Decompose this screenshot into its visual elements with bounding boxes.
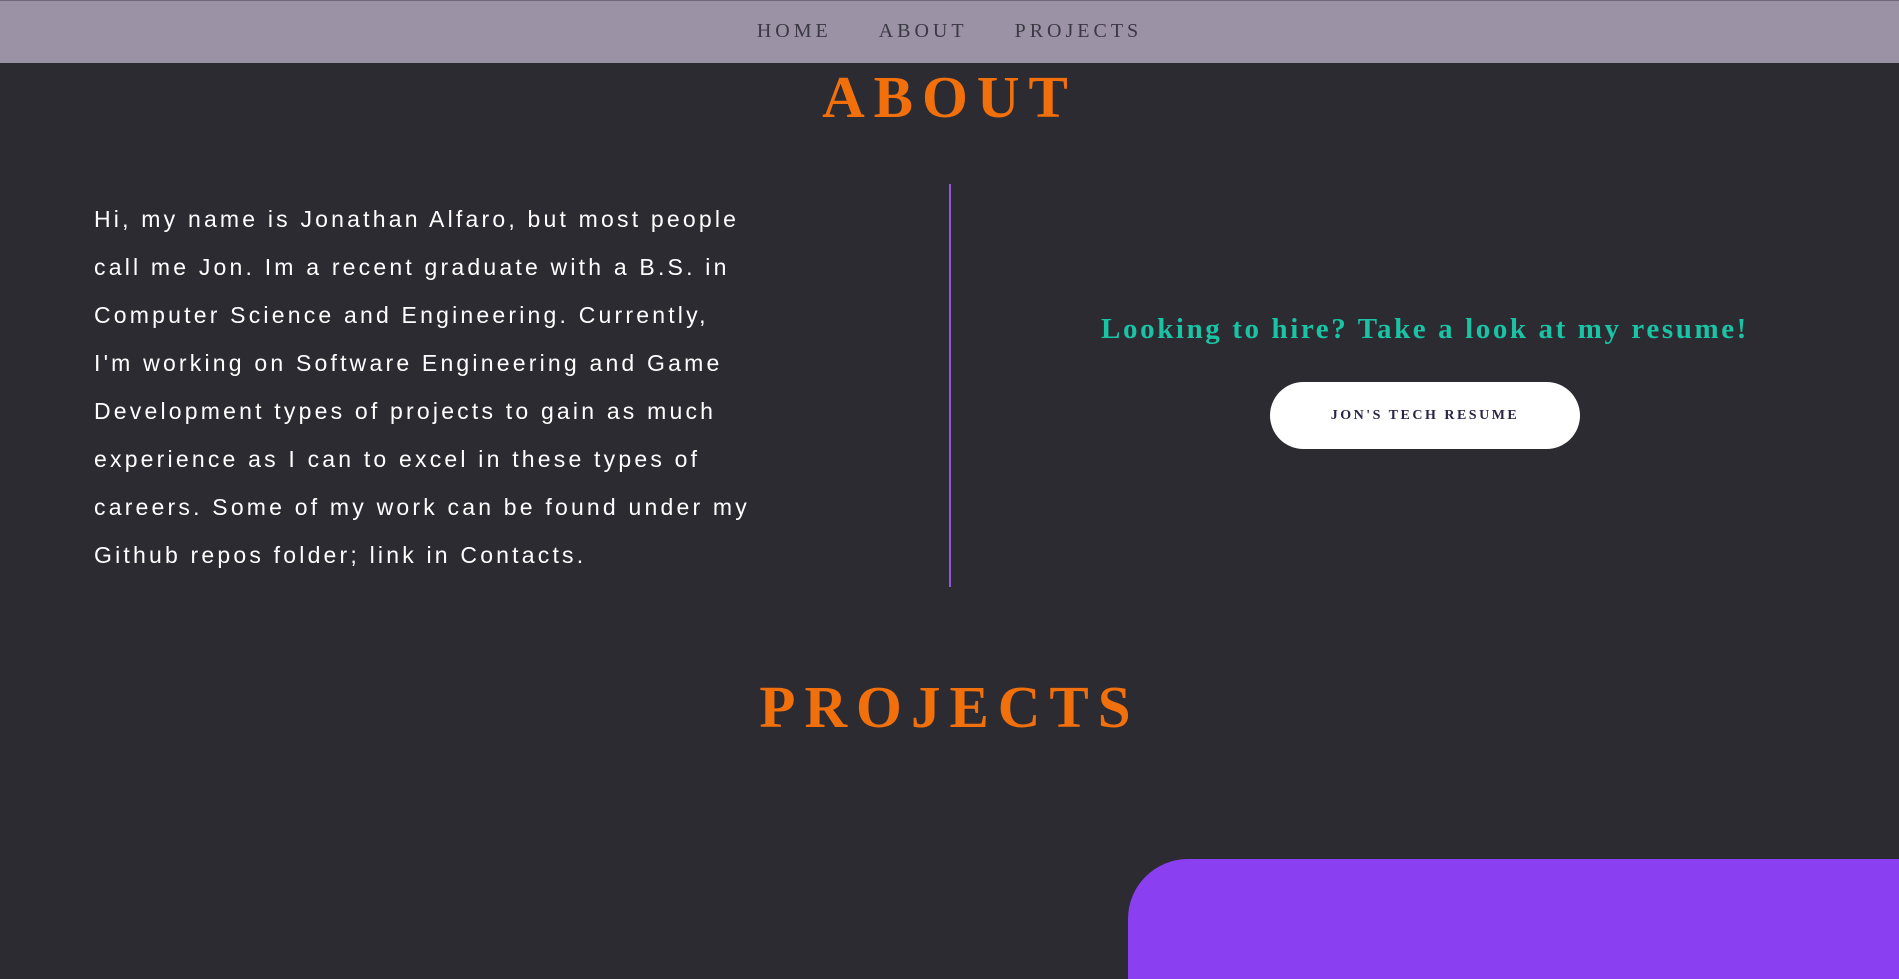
vertical-divider	[949, 184, 951, 587]
about-bio-line: Github repos folder; link in Contacts.	[94, 542, 587, 568]
about-bio-line: call me Jon. Im a recent graduate with a…	[94, 254, 730, 280]
resume-button[interactable]: JON'S TECH RESUME	[1270, 382, 1580, 449]
about-bio-line: I'm working on Software Engineering and …	[94, 350, 723, 376]
top-navbar: HOME ABOUT PROJECTS	[0, 0, 1899, 63]
about-section-title: ABOUT	[822, 64, 1077, 130]
nav-link-home[interactable]: HOME	[757, 20, 832, 43]
about-bio-line: Computer Science and Engineering. Curren…	[94, 302, 709, 328]
projects-card-edge	[1128, 859, 1899, 979]
nav-link-projects[interactable]: PROJECTS	[1015, 20, 1143, 43]
about-bio-text: Hi, my name is Jonathan Alfaro, but most…	[94, 195, 874, 579]
about-bio-line: careers. Some of my work can be found un…	[94, 494, 750, 520]
projects-section-title: PROJECTS	[759, 674, 1140, 740]
about-bio-line: experience as I can to excel in these ty…	[94, 446, 701, 472]
nav-link-about[interactable]: ABOUT	[879, 20, 968, 43]
hire-callout: Looking to hire? Take a look at my resum…	[1101, 313, 1749, 345]
about-bio-line: Development types of projects to gain as…	[94, 398, 717, 424]
about-bio-line: Hi, my name is Jonathan Alfaro, but most…	[94, 206, 740, 232]
